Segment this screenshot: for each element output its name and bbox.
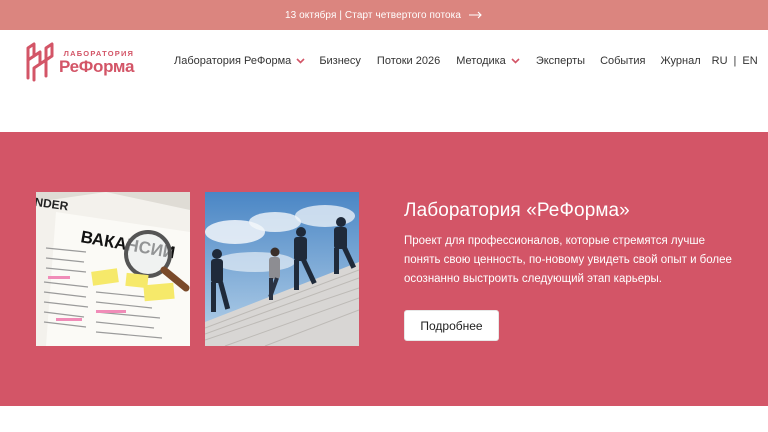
lang-ru-link[interactable]: RU bbox=[712, 55, 728, 67]
chevron-down-icon[interactable] bbox=[296, 58, 305, 64]
hero-section: NDER ВАКАНСИИ bbox=[0, 132, 768, 406]
site-header: ЛАБОРАТОРИЯ РеФорма Лаборатория РеФорма … bbox=[0, 30, 768, 92]
announcement-text[interactable]: 13 октября | Старт четвертого потока bbox=[285, 10, 461, 21]
nav-item-method[interactable]: Методика bbox=[456, 55, 520, 67]
hero-image-newspaper: NDER ВАКАНСИИ bbox=[36, 192, 190, 346]
nav-item-business[interactable]: Бизнесу bbox=[319, 55, 361, 67]
nav-item-laboratory[interactable]: Лаборатория РеФорма bbox=[174, 55, 305, 67]
nav-item-label[interactable]: Эксперты bbox=[536, 55, 585, 67]
main-nav: Лаборатория РеФорма Бизнесу Потоки 2026 … bbox=[174, 30, 758, 92]
hero-description: Проект для профессионалов, которые стрем… bbox=[404, 235, 732, 285]
logo-brand-text: РеФорма bbox=[59, 56, 135, 76]
lang-en-link[interactable]: EN bbox=[742, 55, 757, 67]
nav-item-label[interactable]: События bbox=[600, 55, 645, 67]
nav-item-events[interactable]: События bbox=[600, 55, 645, 67]
announcement-bar[interactable]: 13 октября | Старт четвертого потока bbox=[0, 0, 768, 30]
nav-item-journal[interactable]: Журнал bbox=[660, 55, 700, 67]
nav-item-label[interactable]: Лаборатория РеФорма bbox=[174, 55, 291, 67]
nav-item-label[interactable]: Бизнесу bbox=[319, 55, 361, 67]
nav-item-experts[interactable]: Эксперты bbox=[536, 55, 585, 67]
chevron-down-icon[interactable] bbox=[511, 58, 520, 64]
logo-mark-icon bbox=[26, 42, 54, 82]
nav-item-label[interactable]: Журнал bbox=[660, 55, 700, 67]
logo[interactable]: ЛАБОРАТОРИЯ РеФорма bbox=[22, 42, 134, 82]
more-button[interactable]: Подробнее bbox=[404, 310, 499, 341]
nav-item-label[interactable]: Методика bbox=[456, 55, 506, 67]
arrow-right-icon[interactable] bbox=[469, 11, 483, 19]
hero-title: Лаборатория «РеФорма» bbox=[404, 200, 630, 221]
hero-image-stairs bbox=[205, 192, 359, 346]
nav-item-label[interactable]: Потоки 2026 bbox=[377, 55, 440, 67]
lang-divider: | bbox=[733, 55, 737, 67]
language-switcher: RU | EN bbox=[712, 55, 758, 67]
nav-item-streams[interactable]: Потоки 2026 bbox=[377, 55, 440, 67]
